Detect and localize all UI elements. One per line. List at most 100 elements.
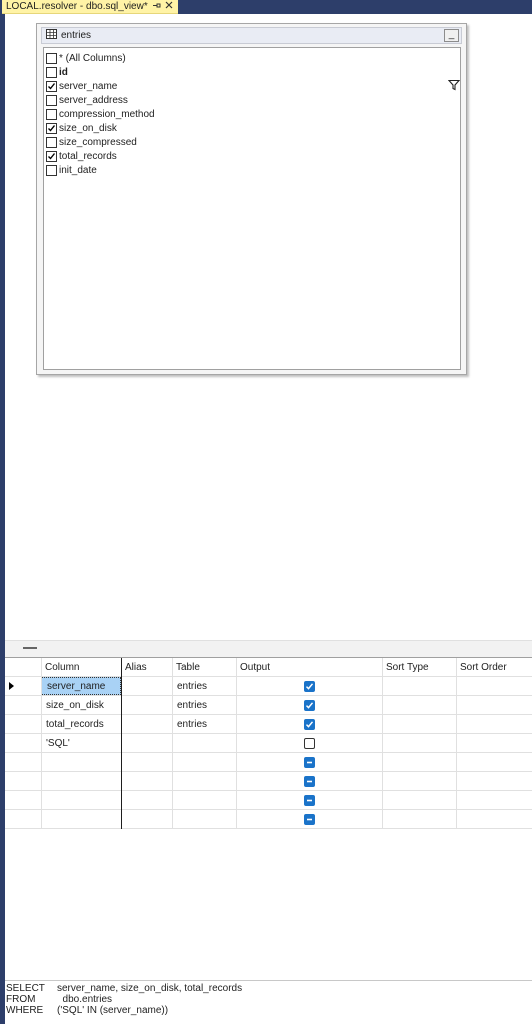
cell-column[interactable] bbox=[41, 753, 121, 771]
cell-alias[interactable] bbox=[121, 677, 172, 695]
column-list[interactable]: * (All Columns) id server_name server_addre… bbox=[43, 47, 461, 370]
checkbox[interactable] bbox=[46, 94, 57, 106]
column-item[interactable]: total_records bbox=[46, 149, 456, 163]
cell-alias[interactable] bbox=[121, 772, 172, 790]
cell-sort-type[interactable] bbox=[382, 734, 456, 752]
cell-output[interactable] bbox=[236, 696, 382, 714]
column-item[interactable]: compression_method bbox=[46, 107, 456, 121]
criteria-grid[interactable]: Column Alias Table Output Sort Type Sort… bbox=[5, 657, 532, 829]
column-item[interactable]: id bbox=[46, 65, 456, 79]
cell-sort-type[interactable] bbox=[382, 772, 456, 790]
output-checkbox[interactable] bbox=[303, 775, 315, 787]
splitter-grip[interactable] bbox=[23, 647, 37, 649]
header-sort-type[interactable]: Sort Type bbox=[382, 658, 456, 677]
output-checkbox[interactable] bbox=[303, 756, 315, 768]
cell-alias[interactable] bbox=[121, 810, 172, 828]
document-tab[interactable]: LOCAL.resolver - dbo.sql_view* bbox=[2, 0, 178, 14]
cell-output[interactable] bbox=[236, 677, 382, 695]
header-sort-order[interactable]: Sort Order bbox=[456, 658, 532, 677]
cell-output[interactable] bbox=[236, 715, 382, 733]
cell-sort-order[interactable] bbox=[456, 677, 532, 695]
pin-icon[interactable] bbox=[152, 1, 161, 13]
output-checkbox[interactable] bbox=[303, 699, 315, 711]
cell-column[interactable]: size_on_disk bbox=[41, 696, 121, 714]
cell-alias[interactable] bbox=[121, 696, 172, 714]
output-checkbox[interactable] bbox=[303, 680, 315, 692]
cell-column[interactable] bbox=[41, 791, 121, 809]
cell-table[interactable] bbox=[172, 772, 236, 790]
output-checkbox[interactable] bbox=[303, 718, 315, 730]
cell-column[interactable]: 'SQL' bbox=[41, 734, 121, 752]
cell-alias[interactable] bbox=[121, 715, 172, 733]
cell-table[interactable] bbox=[172, 810, 236, 828]
output-checkbox[interactable] bbox=[303, 813, 315, 825]
cell-sort-order[interactable] bbox=[456, 696, 532, 714]
minimize-button[interactable]: _ bbox=[444, 29, 459, 42]
cell-output[interactable] bbox=[236, 772, 382, 790]
checked-checkbox[interactable] bbox=[46, 122, 57, 134]
cell-output[interactable] bbox=[236, 791, 382, 809]
cell-sort-type[interactable] bbox=[382, 715, 456, 733]
cell-table[interactable]: entries bbox=[172, 715, 236, 733]
grid-row[interactable]: 'SQL' bbox=[5, 734, 532, 753]
cell-sort-type[interactable] bbox=[382, 677, 456, 695]
cell-column[interactable] bbox=[41, 772, 121, 790]
grid-row[interactable] bbox=[5, 810, 532, 829]
cell-alias[interactable] bbox=[121, 791, 172, 809]
column-item[interactable]: size_on_disk bbox=[46, 121, 456, 135]
pane-splitter[interactable] bbox=[5, 640, 532, 657]
cell-sort-order[interactable] bbox=[456, 734, 532, 752]
cell-alias[interactable] bbox=[121, 753, 172, 771]
close-icon[interactable] bbox=[165, 1, 173, 12]
checkbox[interactable] bbox=[46, 66, 57, 78]
checkbox[interactable] bbox=[46, 52, 57, 64]
checked-checkbox[interactable] bbox=[46, 80, 57, 92]
cell-output[interactable] bbox=[236, 734, 382, 752]
cell-table[interactable] bbox=[172, 753, 236, 771]
cell-column[interactable]: total_records bbox=[41, 715, 121, 733]
table-header[interactable]: entries _ bbox=[41, 27, 462, 44]
cell-column[interactable] bbox=[41, 810, 121, 828]
cell-sort-type[interactable] bbox=[382, 810, 456, 828]
cell-table[interactable]: entries bbox=[172, 677, 236, 695]
grid-row[interactable]: size_on_disk entries bbox=[5, 696, 532, 715]
cell-table[interactable]: entries bbox=[172, 696, 236, 714]
cell-sort-order[interactable] bbox=[456, 753, 532, 771]
cell-alias[interactable] bbox=[121, 734, 172, 752]
grid-row[interactable] bbox=[5, 772, 532, 791]
grid-row[interactable]: total_records entries bbox=[5, 715, 532, 734]
header-column[interactable]: Column bbox=[41, 658, 121, 677]
cell-table[interactable] bbox=[172, 791, 236, 809]
grid-row[interactable] bbox=[5, 753, 532, 772]
checkbox[interactable] bbox=[46, 164, 57, 176]
header-table[interactable]: Table bbox=[172, 658, 236, 677]
cell-sort-order[interactable] bbox=[456, 715, 532, 733]
checkbox[interactable] bbox=[46, 136, 57, 148]
column-item[interactable]: * (All Columns) bbox=[46, 51, 456, 65]
grid-column-divider bbox=[382, 658, 383, 829]
cell-column[interactable]: server_name bbox=[41, 677, 121, 695]
grid-row[interactable] bbox=[5, 791, 532, 810]
column-item[interactable]: size_compressed bbox=[46, 135, 456, 149]
output-checkbox[interactable] bbox=[303, 737, 315, 749]
cell-output[interactable] bbox=[236, 753, 382, 771]
sql-pane[interactable]: SELECT server_name, size_on_disk, total_r… bbox=[5, 980, 532, 1025]
output-checkbox[interactable] bbox=[303, 794, 315, 806]
cell-sort-type[interactable] bbox=[382, 753, 456, 771]
cell-sort-order[interactable] bbox=[456, 810, 532, 828]
cell-table[interactable] bbox=[172, 734, 236, 752]
column-item[interactable]: server_address bbox=[46, 93, 456, 107]
grid-row[interactable]: server_name entries bbox=[5, 677, 532, 696]
cell-sort-order[interactable] bbox=[456, 791, 532, 809]
cell-sort-type[interactable] bbox=[382, 791, 456, 809]
cell-sort-order[interactable] bbox=[456, 772, 532, 790]
checked-checkbox[interactable] bbox=[46, 150, 57, 162]
header-output[interactable]: Output bbox=[236, 658, 382, 677]
column-item[interactable]: init_date bbox=[46, 163, 456, 177]
cell-sort-type[interactable] bbox=[382, 696, 456, 714]
column-item[interactable]: server_name bbox=[46, 79, 461, 93]
header-alias[interactable]: Alias bbox=[121, 658, 172, 677]
cell-output[interactable] bbox=[236, 810, 382, 828]
checkbox[interactable] bbox=[46, 108, 57, 120]
table-diagram-box[interactable]: entries _ * (All Columns) id server_name se… bbox=[36, 23, 467, 375]
